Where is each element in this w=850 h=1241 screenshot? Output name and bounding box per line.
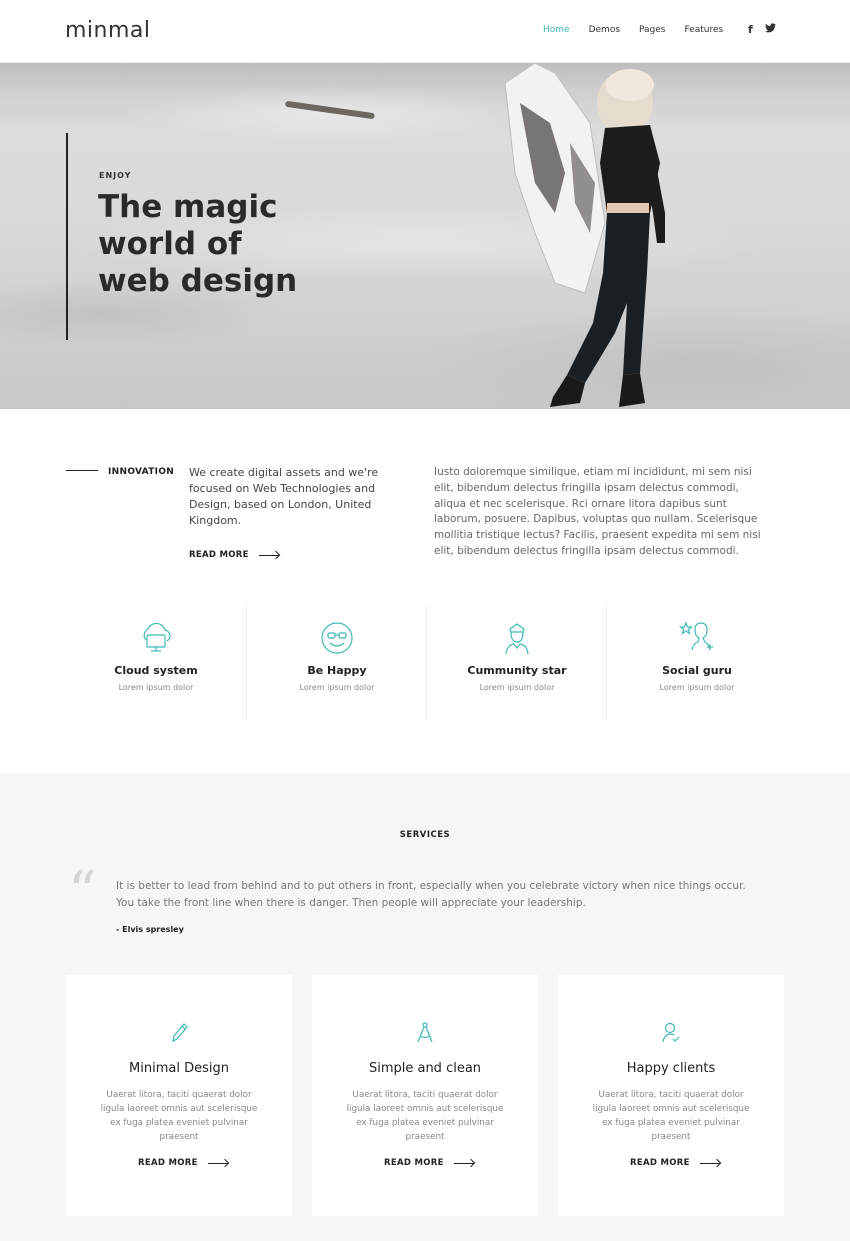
feature-item: Cummunity star Lorem ipsum dolor bbox=[426, 606, 606, 720]
police-person-icon bbox=[505, 623, 529, 655]
quote-author: - Elvis spresley bbox=[116, 925, 184, 934]
intro-line: We create digital assets and we're bbox=[189, 466, 379, 479]
site-header: minmal Home Demos Pages Features f bbox=[0, 0, 850, 63]
star-person-icon bbox=[679, 621, 713, 651]
compass-icon bbox=[417, 1022, 433, 1043]
user-check-icon bbox=[662, 1022, 680, 1043]
read-more-label: READ MORE bbox=[384, 1158, 444, 1168]
card-description: Uaerat litora, taciti quaerat dolor ligu… bbox=[89, 1088, 269, 1144]
quote-line: You take the front line when there is da… bbox=[116, 897, 586, 909]
hero-title-line: world of bbox=[98, 226, 242, 262]
feature-subtitle: Lorem ipsum dolor bbox=[118, 683, 194, 692]
twitter-icon[interactable] bbox=[764, 23, 776, 36]
arrow-right-icon bbox=[699, 1162, 720, 1164]
feature-title: Be Happy bbox=[307, 664, 367, 677]
services-heading: SERVICES bbox=[399, 830, 451, 840]
logo[interactable]: minmal bbox=[65, 18, 151, 43]
paragraph-line: mollitia tristique lectus? Facilis, prae… bbox=[434, 529, 761, 542]
card-desc-line: Uaerat litora, taciti quaerat dolor bbox=[106, 1090, 252, 1100]
card-read-more-link[interactable]: READ MORE bbox=[384, 1158, 474, 1168]
social-links: f bbox=[748, 23, 776, 36]
intro-line: focused on Web Technologies and bbox=[189, 482, 376, 495]
arrow-right-icon bbox=[258, 554, 279, 556]
services-section: SERVICES “ It is better to lead from beh… bbox=[0, 773, 850, 1241]
card-desc-line: praesent bbox=[651, 1132, 691, 1142]
paragraph-line: elit, bibendum delectus fringilla ipsam … bbox=[434, 481, 739, 494]
paragraph-line: Iusto doloremque similique, etiam mi inc… bbox=[434, 466, 752, 478]
nav-demos[interactable]: Demos bbox=[589, 25, 620, 35]
innovation-intro: We create digital assets and we're focus… bbox=[189, 465, 399, 529]
card-desc-line: praesent bbox=[405, 1132, 445, 1142]
innovation-label: INNOVATION bbox=[108, 467, 175, 477]
nav-features[interactable]: Features bbox=[685, 25, 724, 35]
card-desc-line: ex fuga platea eveniet pulvinar bbox=[110, 1118, 248, 1128]
hero-title-line: The magic bbox=[98, 189, 278, 225]
card-desc-line: ligula laoreet omnis aut scelerisque bbox=[346, 1104, 504, 1114]
facebook-icon[interactable]: f bbox=[748, 23, 753, 36]
card-desc-line: Uaerat litora, taciti quaerat dolor bbox=[598, 1090, 744, 1100]
read-more-label: READ MORE bbox=[189, 550, 249, 560]
card-read-more-link[interactable]: READ MORE bbox=[630, 1158, 720, 1168]
smiley-glasses-icon bbox=[321, 622, 353, 654]
hero-vertical-bar bbox=[66, 133, 68, 340]
quote-line: It is better to lead from behind and to … bbox=[116, 880, 746, 892]
card-title: Minimal Design bbox=[129, 1061, 229, 1076]
card-description: Uaerat litora, taciti quaerat dolor ligu… bbox=[581, 1088, 761, 1144]
pencil-icon bbox=[172, 1023, 188, 1043]
nav-pages[interactable]: Pages bbox=[639, 25, 665, 35]
feature-item: Be Happy Lorem ipsum dolor bbox=[246, 606, 426, 720]
card-desc-line: ex fuga platea eveniet pulvinar bbox=[602, 1118, 740, 1128]
card-title: Simple and clean bbox=[368, 1061, 482, 1076]
card-read-more-link[interactable]: READ MORE bbox=[138, 1158, 228, 1168]
cloud-monitor-icon bbox=[143, 622, 171, 652]
paragraph-line: elit, bibendum delectus fringilla ipsam … bbox=[434, 544, 739, 557]
card-desc-line: ex fuga platea eveniet pulvinar bbox=[356, 1118, 494, 1128]
feature-subtitle: Lorem ipsum dolor bbox=[659, 683, 735, 692]
intro-line: Kingdom. bbox=[189, 514, 242, 527]
service-card: Happy clients Uaerat litora, taciti quae… bbox=[558, 975, 784, 1216]
feature-subtitle: Lorem ipsum dolor bbox=[479, 683, 555, 692]
card-desc-line: ligula laoreet omnis aut scelerisque bbox=[100, 1104, 258, 1114]
main-nav: Home Demos Pages Features bbox=[543, 25, 742, 35]
innovation-divider bbox=[66, 470, 98, 471]
feature-list: Cloud system Lorem ipsum dolor Be Happy … bbox=[66, 606, 786, 720]
hero-banner: ENJOY The magic world of web design bbox=[0, 63, 850, 409]
innovation-paragraph: Iusto doloremque similique, etiam mi inc… bbox=[434, 465, 779, 560]
quote-icon: “ bbox=[68, 860, 97, 925]
feature-title: Social guru bbox=[662, 664, 732, 677]
feature-subtitle: Lorem ipsum dolor bbox=[299, 683, 375, 692]
paragraph-line: aliqua et nec scelerisque. Rci ornare li… bbox=[434, 497, 727, 510]
service-card: Minimal Design Uaerat litora, taciti qua… bbox=[66, 975, 292, 1216]
feature-item: Social guru Lorem ipsum dolor bbox=[606, 606, 786, 720]
service-cards: Minimal Design Uaerat litora, taciti qua… bbox=[66, 975, 785, 1216]
arrow-right-icon bbox=[207, 1162, 228, 1164]
read-more-label: READ MORE bbox=[138, 1158, 198, 1168]
nav-home[interactable]: Home bbox=[543, 25, 570, 35]
hero-person-image bbox=[504, 63, 665, 407]
arrow-right-icon bbox=[453, 1162, 474, 1164]
hero-title: The magic world of web design bbox=[98, 189, 358, 300]
intro-line: Design, based on London, United bbox=[189, 498, 372, 511]
feature-title: Cummunity star bbox=[467, 664, 567, 677]
service-card: Simple and clean Uaerat litora, taciti q… bbox=[312, 975, 538, 1216]
card-desc-line: Uaerat litora, taciti quaerat dolor bbox=[352, 1090, 498, 1100]
card-title: Happy clients bbox=[626, 1061, 716, 1076]
quote-text: It is better to lead from behind and to … bbox=[116, 878, 786, 912]
card-desc-line: praesent bbox=[159, 1132, 199, 1142]
paragraph-line: laborum, posuere. Dapibus, voluptas quo … bbox=[434, 513, 758, 526]
feature-item: Cloud system Lorem ipsum dolor bbox=[66, 606, 246, 720]
card-desc-line: ligula laoreet omnis aut scelerisque bbox=[592, 1104, 750, 1114]
feature-title: Cloud system bbox=[114, 664, 198, 677]
hero-title-line: web design bbox=[98, 263, 298, 299]
hero-kicker: ENJOY bbox=[99, 171, 132, 180]
card-description: Uaerat litora, taciti quaerat dolor ligu… bbox=[335, 1088, 515, 1144]
innovation-read-more-link[interactable]: READ MORE bbox=[189, 550, 279, 560]
read-more-label: READ MORE bbox=[630, 1158, 690, 1168]
